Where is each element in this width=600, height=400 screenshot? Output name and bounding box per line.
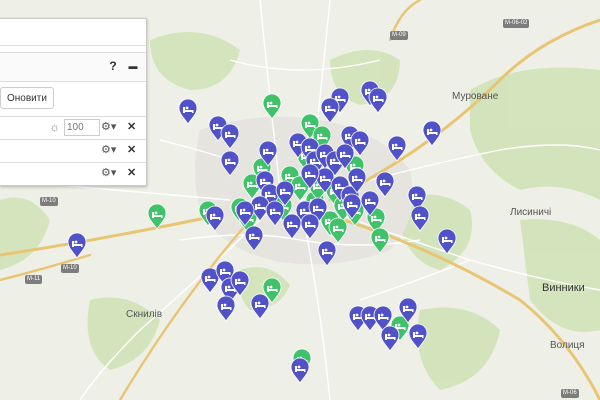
- opacity-input[interactable]: [64, 119, 100, 136]
- layer-settings-gear-icon[interactable]: ⚙▾: [101, 120, 116, 133]
- layer-settings-gear-icon[interactable]: ⚙▾: [101, 166, 116, 179]
- opacity-icon: ☼: [49, 120, 60, 134]
- layer-remove-icon[interactable]: ✕: [127, 143, 136, 156]
- layer-row: ☼ ⚙▾ ✕: [0, 117, 146, 140]
- search-input[interactable]: [0, 19, 148, 43]
- road-shield-m10b: М-10: [61, 264, 79, 273]
- place-label-lysynychi: Лисиничі: [510, 207, 552, 218]
- place-label-murovane: Муроване: [452, 91, 499, 102]
- collapse-button[interactable]: ▬: [124, 57, 142, 75]
- layer-control-panel: ? ▬ Оновити ☼ ⚙▾ ✕ ⚙▾ ✕ ⚙▾ ✕: [0, 18, 148, 186]
- place-label-volytsia: Волиця: [550, 340, 585, 351]
- refresh-row: Оновити: [0, 82, 146, 117]
- layer-settings-gear-icon[interactable]: ⚙▾: [101, 143, 116, 156]
- road-shield-m10a: М-10: [40, 197, 58, 206]
- road-shield-m11: М-11: [25, 275, 43, 284]
- layer-row: ⚙▾ ✕: [0, 163, 146, 185]
- refresh-button[interactable]: Оновити: [0, 87, 54, 109]
- place-label-vynnyky: Винники: [542, 282, 585, 294]
- road-shield-m09: М-09: [390, 31, 408, 40]
- layer-remove-icon[interactable]: ✕: [127, 120, 136, 133]
- road-shield-m06: М-06: [561, 389, 579, 398]
- place-label-sknyliv: Скнилів: [126, 309, 163, 320]
- road-shield-m0602: М-06-02: [503, 19, 530, 28]
- search-bar: [0, 19, 148, 46]
- help-button[interactable]: ?: [104, 57, 122, 75]
- panel-header: ? ▬: [0, 52, 146, 82]
- layer-remove-icon[interactable]: ✕: [127, 166, 136, 179]
- layer-row: ⚙▾ ✕: [0, 140, 146, 163]
